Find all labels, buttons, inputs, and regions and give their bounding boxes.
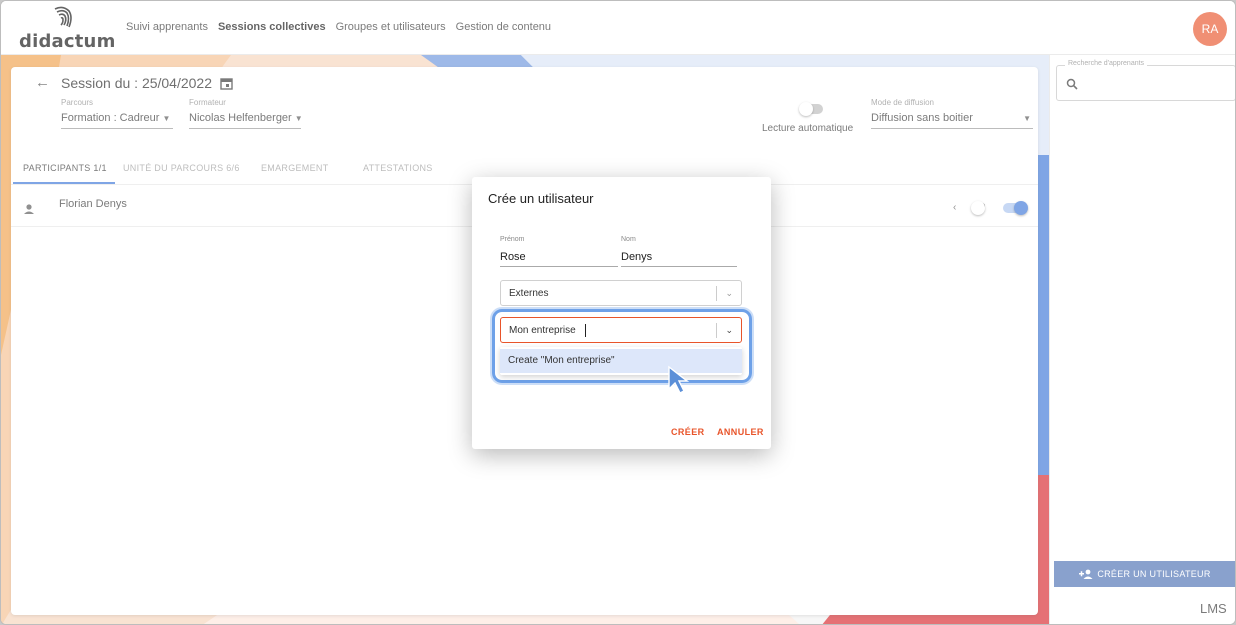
company-select[interactable]: Mon entreprise ⌄ xyxy=(500,317,742,343)
create-user-dialog: Crée un utilisateur Prénom Rose Nom Deny… xyxy=(472,177,771,449)
select-separator xyxy=(716,286,717,301)
firstname-underline xyxy=(500,266,618,267)
chevron-down-icon[interactable]: ⌄ xyxy=(725,325,733,336)
group-value: Externes xyxy=(509,288,549,299)
dialog-title: Crée un utilisateur xyxy=(488,191,594,206)
text-caret xyxy=(585,324,586,337)
create-company-option[interactable]: Create "Mon entreprise" xyxy=(500,349,742,373)
lastname-underline xyxy=(621,266,737,267)
firstname-label: Prénom xyxy=(500,236,525,243)
app-window: didactum Suivi apprenants Sessions colle… xyxy=(0,0,1236,625)
lastname-input[interactable]: Denys xyxy=(621,251,652,263)
company-input-text[interactable]: Mon entreprise xyxy=(509,325,576,336)
cancel-button[interactable]: ANNULER xyxy=(717,427,764,437)
company-dropdown-menu: Create "Mon entreprise" xyxy=(500,347,742,375)
lastname-label: Nom xyxy=(621,236,636,243)
chevron-down-icon: ⌄ xyxy=(725,288,733,298)
select-separator xyxy=(716,323,717,338)
group-select[interactable]: Externes ⌄ xyxy=(500,280,742,306)
mouse-cursor-icon xyxy=(668,365,689,394)
firstname-input[interactable]: Rose xyxy=(500,251,526,263)
create-button[interactable]: CRÉER xyxy=(671,427,705,437)
